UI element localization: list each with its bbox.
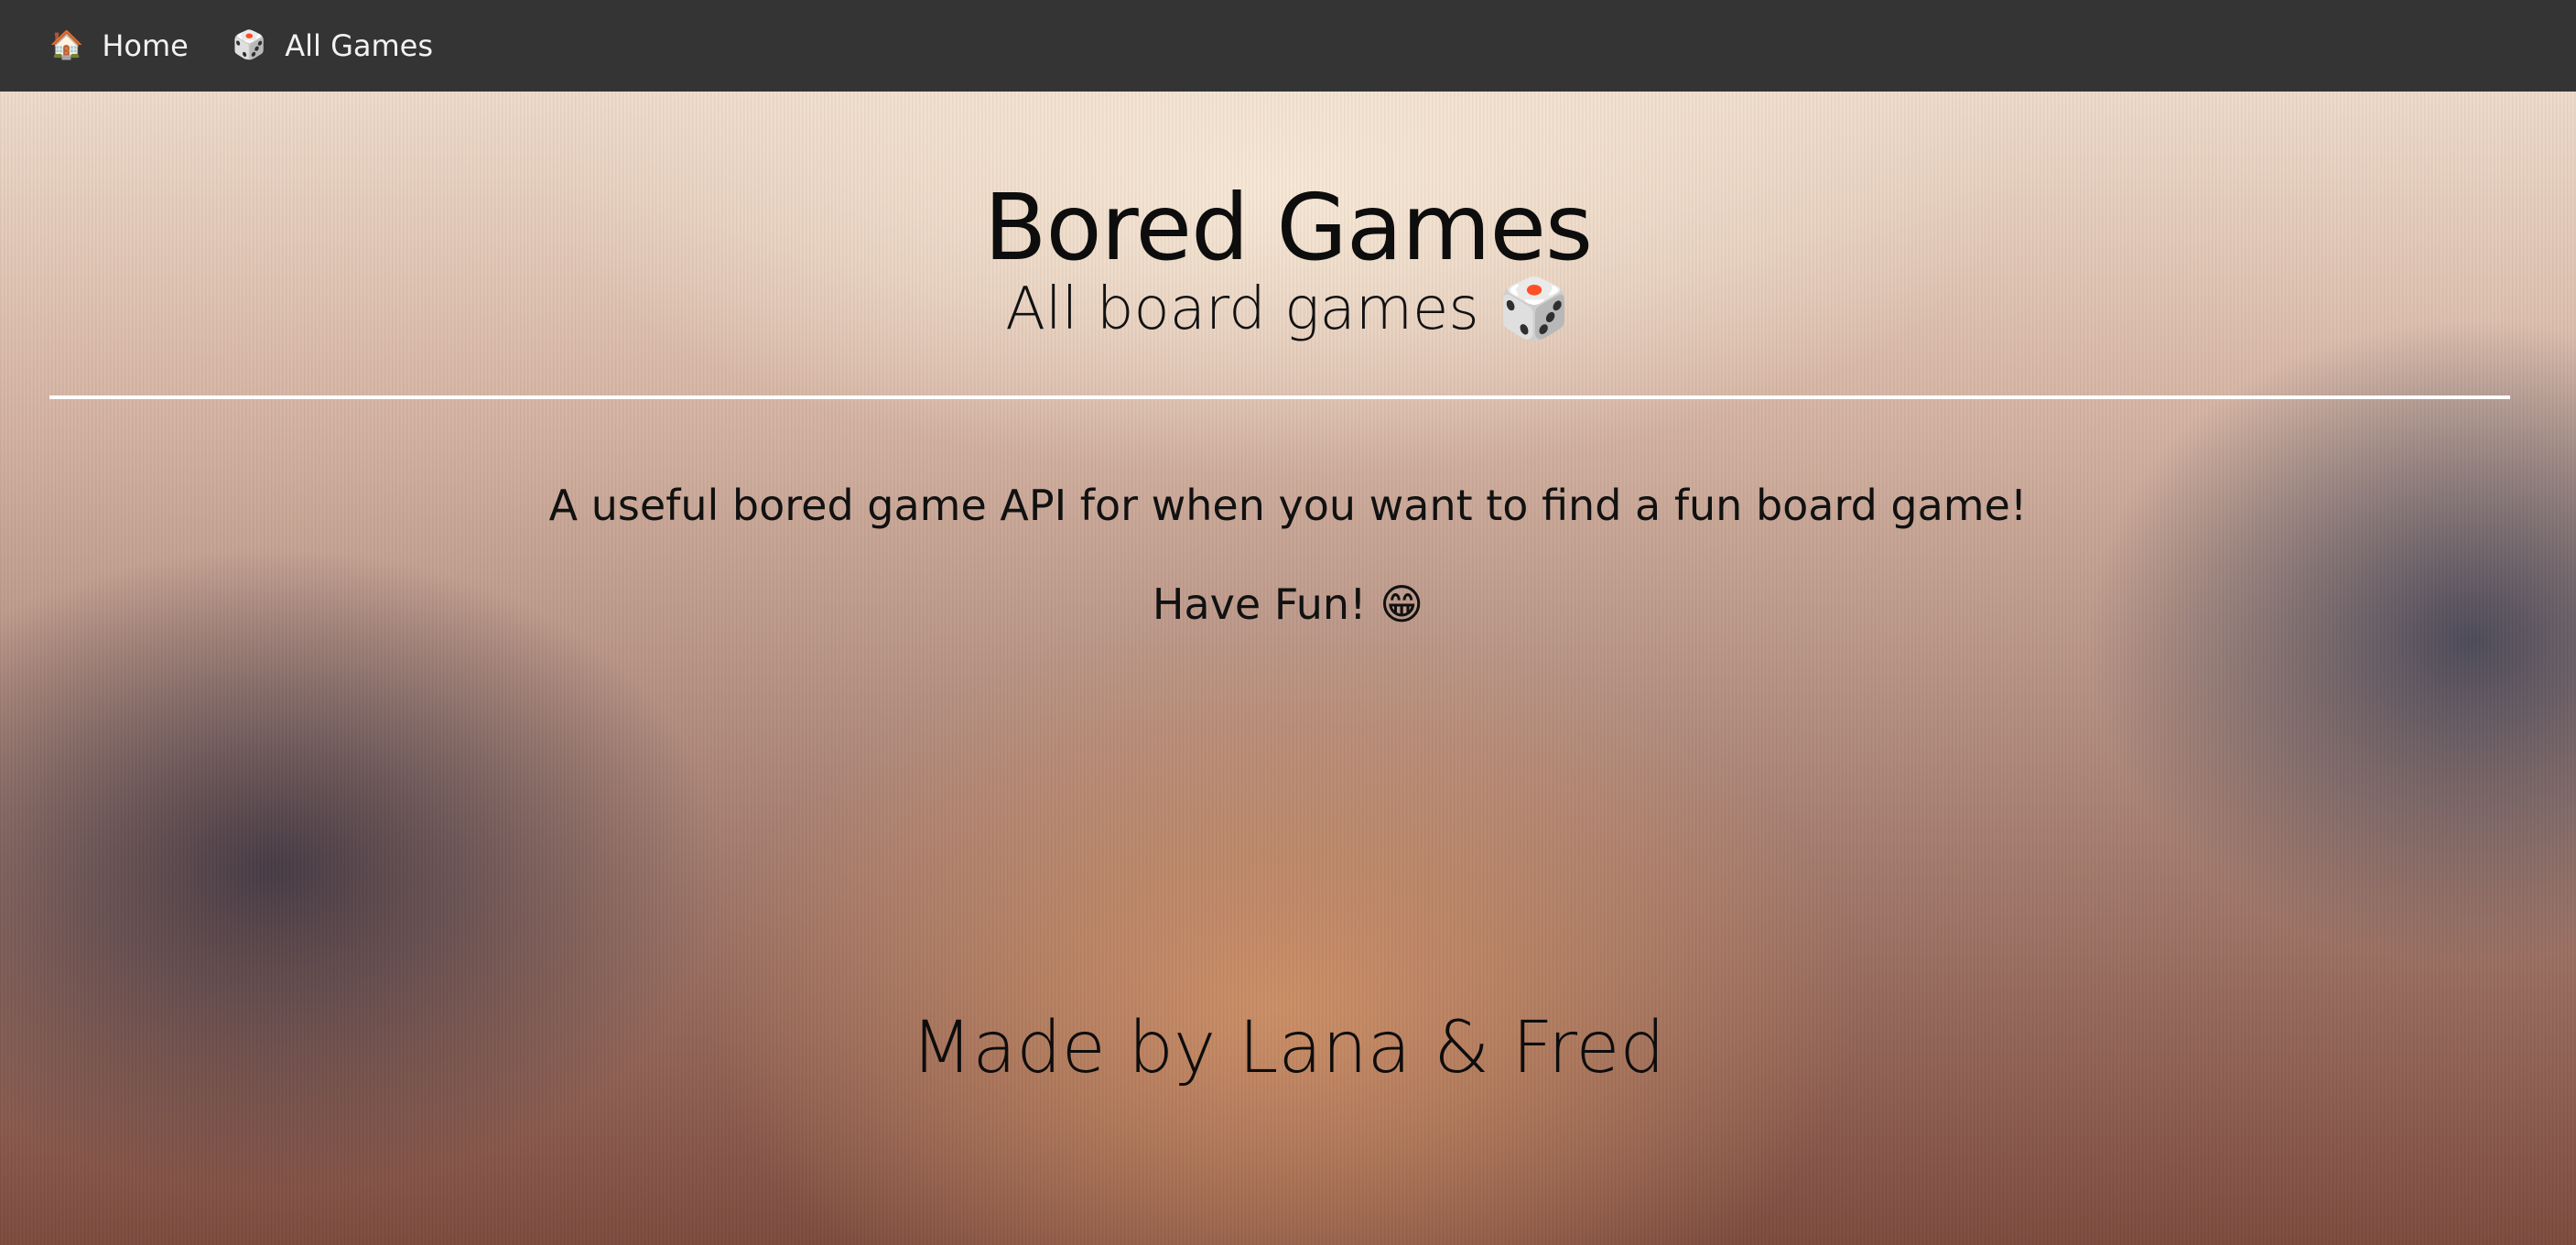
top-navbar: 🏠 Home 🎲 All Games xyxy=(0,0,2576,92)
nav-home-link[interactable]: 🏠 Home xyxy=(49,28,189,63)
main-content: Bored Games All board games 🎲 A useful b… xyxy=(0,92,2576,1245)
dice-icon: 🎲 xyxy=(1498,276,1571,343)
page-subtitle: All board games 🎲 xyxy=(0,275,2576,343)
nav-all-games-link[interactable]: 🎲 All Games xyxy=(233,28,433,63)
dice-icon: 🎲 xyxy=(232,29,267,61)
nav-all-games-label: All Games xyxy=(285,28,433,63)
house-icon: 🏠 xyxy=(49,29,84,61)
have-fun-text: Have Fun! 😁 xyxy=(0,579,2576,629)
nav-home-label: Home xyxy=(102,28,189,63)
subtitle-text: All board games xyxy=(1005,276,1479,343)
description-text: A useful bored game API for when you wan… xyxy=(548,481,2028,530)
credits-text: Made by Lana & Fred xyxy=(911,1007,1665,1089)
grinning-face-icon: 😁 xyxy=(1380,579,1424,629)
have-fun-label: Have Fun! xyxy=(1152,579,1367,629)
page-title: Bored Games xyxy=(983,174,1593,281)
header-divider xyxy=(49,395,2510,399)
